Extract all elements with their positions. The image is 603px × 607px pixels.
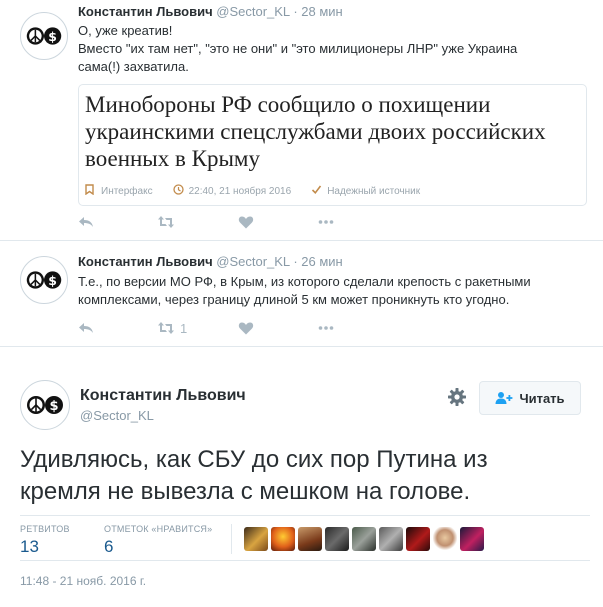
add-user-icon — [495, 392, 513, 404]
tweet-text-line: комплексами, через границу длиной 5 км м… — [78, 292, 510, 307]
author-name[interactable]: Константин Львович — [80, 387, 246, 405]
author-name[interactable]: Константин Львович — [78, 4, 213, 19]
tweet-text-line: Т.е., по версии МО РФ, в Крым, из которо… — [78, 274, 531, 289]
svg-text:$: $ — [48, 29, 57, 44]
tweet-date[interactable]: 11:48 - 21 нояб. 2016 г. — [20, 574, 146, 588]
heart-icon — [238, 322, 254, 335]
liker-avatar[interactable] — [271, 527, 295, 551]
settings-button[interactable] — [447, 387, 467, 407]
tweet-text: Т.е., по версии МО РФ, в Крым, из которо… — [78, 273, 588, 309]
card-source: Интерфакс — [101, 185, 153, 197]
separator-dot: · — [293, 4, 298, 19]
liker-avatar[interactable] — [352, 527, 376, 551]
tweet-actions: 1 — [78, 320, 398, 336]
retweet-button[interactable]: 1 — [158, 320, 238, 336]
checkmark-icon — [311, 184, 322, 198]
liker-avatars — [244, 527, 484, 551]
heart-icon — [238, 216, 254, 229]
follow-label: Читать — [519, 390, 565, 406]
liker-avatar[interactable] — [325, 527, 349, 551]
liker-avatar[interactable] — [406, 527, 430, 551]
clock-icon — [172, 184, 184, 198]
likes-stat[interactable]: ОТМЕТОК «НРАВИТСЯ» 6 — [104, 524, 212, 557]
avatar[interactable]: $ — [20, 12, 68, 60]
tweet-stats: РЕТВИТОВ 13 ОТМЕТОК «НРАВИТСЯ» 6 — [20, 515, 590, 561]
link-card[interactable]: Минобороны РФ сообщило о похищении украи… — [78, 84, 587, 206]
svg-text:$: $ — [49, 399, 58, 414]
reply-icon — [79, 323, 93, 333]
author-handle[interactable]: @Sector_KL — [80, 408, 154, 423]
gear-icon — [448, 388, 466, 406]
liker-avatar[interactable] — [379, 527, 403, 551]
like-button[interactable] — [238, 320, 318, 336]
retweet-button[interactable] — [158, 214, 238, 230]
more-icon — [318, 326, 334, 330]
card-badge: Надежный источник — [327, 185, 421, 197]
retweets-stat[interactable]: РЕТВИТОВ 13 — [20, 524, 70, 557]
stats-divider — [231, 524, 232, 554]
retweet-icon — [158, 322, 174, 334]
tweet-actions — [78, 214, 398, 230]
liker-avatar[interactable] — [433, 527, 457, 551]
reply-button[interactable] — [78, 320, 158, 336]
tweet-time[interactable]: 28 мин — [301, 4, 342, 19]
svg-text:$: $ — [48, 273, 57, 288]
follow-button[interactable]: Читать — [479, 381, 581, 415]
tweet-text-line: кремля не вывезла с мешком на голове. — [20, 478, 471, 505]
retweets-label: РЕТВИТОВ — [20, 524, 70, 534]
liker-avatar[interactable] — [460, 527, 484, 551]
more-icon — [318, 220, 334, 224]
source-icon — [85, 184, 96, 198]
reply-icon — [79, 217, 93, 227]
more-button[interactable] — [318, 320, 398, 336]
likes-value: 6 — [104, 537, 114, 556]
tweet-time[interactable]: 26 мин — [301, 254, 342, 269]
card-meta: Интерфакс 22:40, 21 ноября 2016 Надежный… — [85, 184, 420, 198]
like-button[interactable] — [238, 214, 318, 230]
separator-dot: · — [293, 254, 298, 269]
peace-dollar-avatar-icon: $ — [26, 27, 62, 45]
tweet-text-line: О, уже креатив! — [78, 23, 173, 38]
retweets-value: 13 — [20, 537, 39, 556]
tweet-2: $ Константин Львович @Sector_KL · 26 мин… — [0, 242, 603, 347]
main-tweet: $ Константин Львович @Sector_KL Читать У… — [0, 352, 603, 607]
peace-dollar-avatar-icon: $ — [27, 396, 63, 414]
author-name[interactable]: Константин Львович — [78, 254, 213, 269]
card-headline[interactable]: Минобороны РФ сообщило о похищении украи… — [85, 91, 585, 172]
tweet-text-line: Удивляюсь, как СБУ до сих пор Путина из — [20, 446, 488, 473]
reply-button[interactable] — [78, 214, 158, 230]
liker-avatar[interactable] — [244, 527, 268, 551]
card-datetime: 22:40, 21 ноября 2016 — [188, 185, 292, 197]
tweet-text-line: сама(!) захватила. — [78, 59, 189, 74]
tweet-1: $ Константин Львович @Sector_KL · 28 мин… — [0, 0, 603, 241]
more-button[interactable] — [318, 214, 398, 230]
author-handle[interactable]: @Sector_KL — [216, 254, 289, 269]
tweet-text-line: Вместо "их там нет", "это не они" и "это… — [78, 41, 518, 56]
avatar[interactable]: $ — [20, 380, 70, 430]
peace-dollar-avatar-icon: $ — [26, 271, 62, 289]
author-handle[interactable]: @Sector_KL — [216, 4, 289, 19]
retweet-count: 1 — [180, 320, 188, 336]
retweet-icon — [158, 216, 174, 228]
tweet-text: Удивляюсь, как СБУ до сих пор Путина из … — [20, 444, 590, 508]
liker-avatar[interactable] — [298, 527, 322, 551]
likes-label: ОТМЕТОК «НРАВИТСЯ» — [104, 524, 213, 534]
tweet-text: О, уже креатив! Вместо "их там нет", "эт… — [78, 22, 588, 76]
avatar[interactable]: $ — [20, 256, 68, 304]
